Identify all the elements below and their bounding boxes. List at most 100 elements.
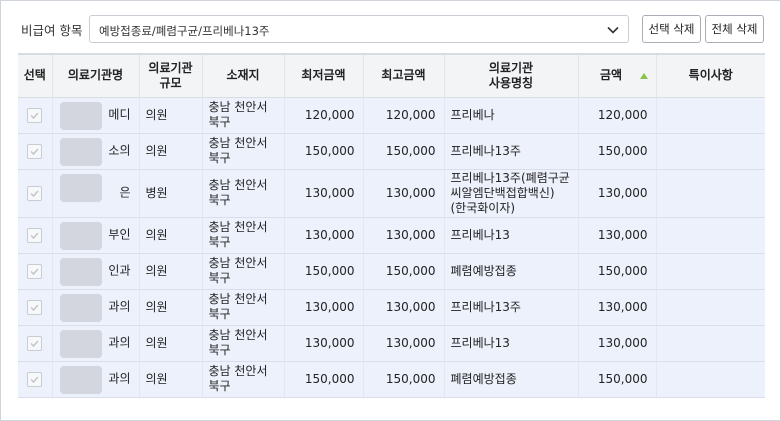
usage-name-cell: 폐렴예방접종 [444, 253, 579, 290]
usage-name-line1: 폐렴예방접종 [450, 263, 517, 278]
min-price: 150,000 [284, 361, 364, 398]
redacted-name-blur [59, 137, 102, 166]
table-row[interactable]: 부인 의원 충남 천안서 북구 130,000 130,000 프리베나13 130,000 [18, 217, 765, 254]
redacted-name-blur [59, 365, 102, 394]
sort-ascending-icon[interactable] [640, 72, 649, 79]
usage-name-line1: 프리베나13주 [450, 299, 521, 314]
header-min-price[interactable]: 최저금액 [284, 55, 364, 98]
delete-selected-button[interactable]: 선택 삭제 [642, 15, 701, 43]
amount: 130,000 [578, 169, 657, 218]
row-select-cell [18, 253, 53, 290]
row-checkbox[interactable] [27, 227, 43, 243]
location-cell: 충남 천안서 북구 [202, 133, 285, 170]
note [656, 325, 765, 362]
row-select-cell [18, 169, 53, 218]
usage-name-cell: 프리베나13주 [444, 289, 579, 326]
institution-name-cell[interactable]: 과의 [52, 289, 140, 326]
note [656, 217, 765, 254]
delete-all-button[interactable]: 전체 삭제 [705, 15, 764, 43]
institution-name-cell[interactable]: 은 [52, 169, 140, 218]
row-checkbox[interactable] [27, 335, 43, 351]
institution-name-cell[interactable]: 소의 [52, 133, 140, 170]
table-row[interactable]: 메디 의원 충남 천안서 북구 120,000 120,000 프리베나 120,000 [18, 97, 765, 134]
note [656, 289, 765, 326]
row-select-cell [18, 289, 53, 326]
table-body: 메디 의원 충남 천안서 북구 120,000 120,000 프리베나 120,000 소의 의… [18, 97, 765, 398]
institution-scale: 의원 [139, 97, 203, 134]
location-line1: 충남 천안서 [208, 328, 268, 342]
header-location[interactable]: 소재지 [202, 55, 285, 98]
location-line1: 충남 천안서 [208, 100, 268, 114]
row-checkbox[interactable] [27, 107, 43, 123]
row-checkbox[interactable] [27, 299, 43, 315]
redacted-name-blur [59, 329, 102, 358]
institution-name: 과의 [108, 299, 131, 314]
table-row[interactable]: 과의 의원 충남 천안서 북구 130,000 130,000 프리베나13 130,000 [18, 325, 765, 362]
institution-name-cell[interactable]: 과의 [52, 325, 140, 362]
note [656, 169, 765, 218]
location-cell: 충남 천안서 북구 [202, 325, 285, 362]
note [656, 361, 765, 398]
table-row[interactable]: 은 병원 충남 천안서 북구 130,000 130,000 프리베나13주(폐렴구균 씨알엠… [18, 169, 765, 218]
usage-name-cell: 프리베나13 [444, 325, 579, 362]
max-price: 130,000 [363, 169, 445, 218]
institution-scale: 병원 [139, 169, 203, 218]
header-max-price[interactable]: 최고금액 [363, 55, 445, 98]
location-cell: 충남 천안서 북구 [202, 169, 285, 218]
chevron-down-icon [607, 26, 619, 34]
location-cell: 충남 천안서 북구 [202, 97, 285, 134]
max-price: 150,000 [363, 133, 445, 170]
header-scale[interactable]: 의료기관 규모 [139, 55, 203, 98]
location-line1: 충남 천안서 [208, 220, 268, 234]
max-price: 150,000 [363, 361, 445, 398]
min-price: 120,000 [284, 97, 364, 134]
amount: 150,000 [578, 361, 657, 398]
institution-name-cell[interactable]: 부인 [52, 217, 140, 254]
institution-name: 메디 [108, 107, 131, 122]
usage-name-line1: 프리베나13주 [450, 143, 521, 158]
institution-name: 소의 [108, 143, 131, 158]
header-name[interactable]: 의료기관명 [52, 55, 140, 98]
header-amount[interactable]: 금액 [578, 55, 657, 98]
row-checkbox[interactable] [27, 263, 43, 279]
redacted-name-blur [59, 257, 102, 286]
usage-name-line1: 폐렴예방접종 [450, 371, 517, 386]
header-scale-line1: 의료기관 [148, 60, 193, 75]
location-line1: 충남 천안서 [208, 292, 268, 306]
institution-name: 과의 [108, 371, 131, 386]
redacted-name-blur [59, 173, 102, 202]
usage-name-cell: 프리베나13 [444, 217, 579, 254]
location-line2: 북구 [208, 235, 231, 249]
table-row[interactable]: 인과 의원 충남 천안서 북구 150,000 150,000 폐렴예방접종 150,000 [18, 253, 765, 290]
header-scale-line2: 규모 [159, 75, 182, 90]
table-header-row: 선택 의료기관명 의료기관 규모 소재지 최저금액 최고금액 의료기관 사용명칭 금… [18, 55, 765, 98]
table-row[interactable]: 소의 의원 충남 천안서 북구 150,000 150,000 프리베나13주 150,000 [18, 133, 765, 170]
institution-name-cell[interactable]: 메디 [52, 97, 140, 134]
amount: 150,000 [578, 133, 657, 170]
location-line1: 충남 천안서 [208, 364, 268, 378]
institution-name-cell[interactable]: 과의 [52, 361, 140, 398]
app-frame: 비급여 항목 예방접종료/폐렴구균/프리베나13주 선택 삭제 전체 삭제 선택… [0, 0, 781, 421]
location-line2: 북구 [208, 343, 231, 357]
row-select-cell [18, 97, 53, 134]
table-row[interactable]: 과의 의원 충남 천안서 북구 130,000 130,000 프리베나13주 130,000 [18, 289, 765, 326]
location-line2: 북구 [208, 115, 231, 129]
header-amount-label: 금액 [599, 68, 623, 83]
item-select[interactable]: 예방접종료/폐렴구균/프리베나13주 [89, 15, 629, 43]
checkmark-icon [30, 303, 39, 311]
institution-name-cell[interactable]: 인과 [52, 253, 140, 290]
usage-name-cell: 프리베나13주 [444, 133, 579, 170]
row-checkbox[interactable] [27, 185, 43, 201]
header-usage-line2: 사용명칭 [488, 75, 534, 90]
header-usage-name[interactable]: 의료기관 사용명칭 [444, 55, 579, 98]
row-checkbox[interactable] [27, 371, 43, 387]
row-checkbox[interactable] [27, 143, 43, 159]
amount: 130,000 [578, 217, 657, 254]
max-price: 130,000 [363, 325, 445, 362]
location-line1: 충남 천안서 [208, 178, 268, 192]
usage-name-line2: 씨알엠단백접합백신) [450, 185, 555, 200]
price-table-container: 선택 의료기관명 의료기관 규모 소재지 최저금액 최고금액 의료기관 사용명칭 금… [18, 53, 765, 398]
location-line2: 북구 [208, 379, 231, 393]
institution-scale: 의원 [139, 133, 203, 170]
table-row[interactable]: 과의 의원 충남 천안서 북구 150,000 150,000 폐렴예방접종 150,000 [18, 361, 765, 398]
